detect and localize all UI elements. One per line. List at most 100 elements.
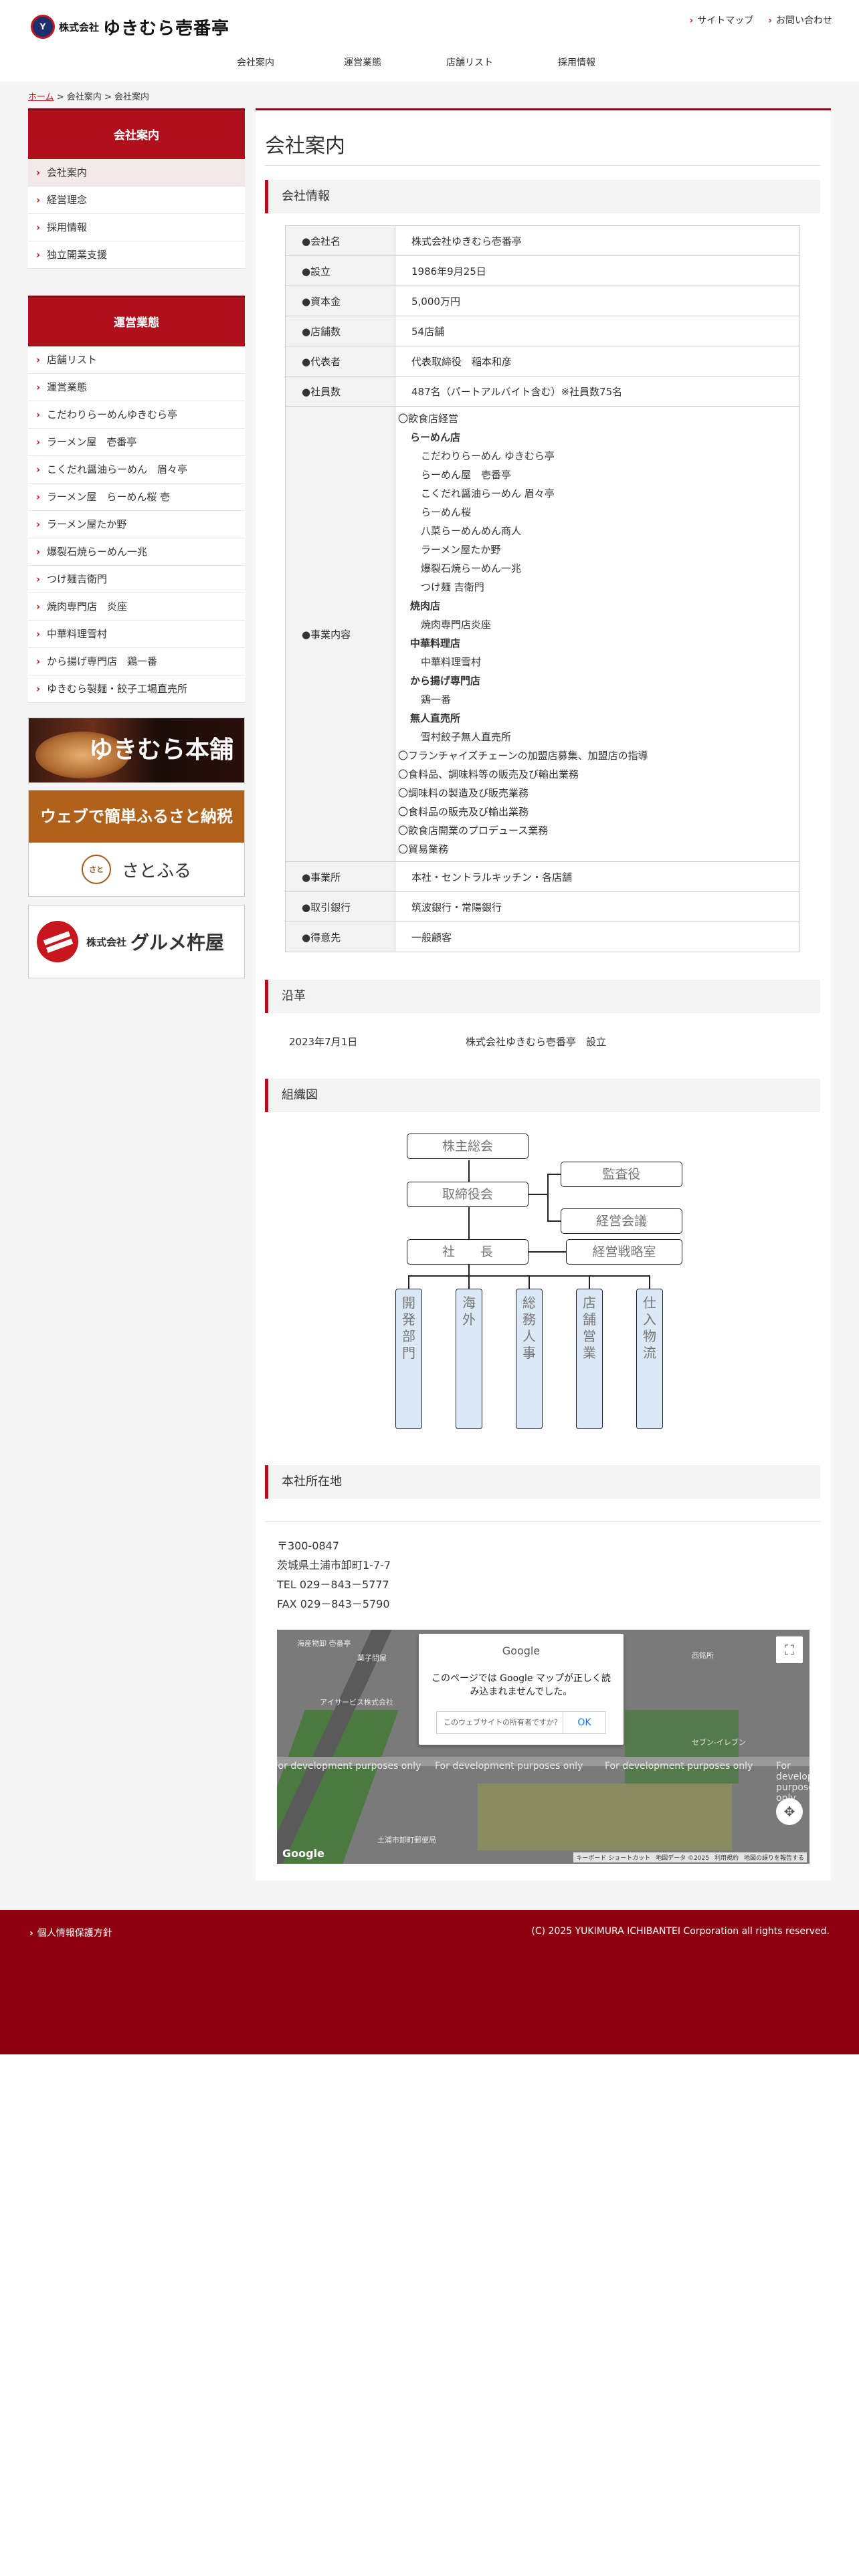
sidebar-item-business[interactable]: 中華料理雪村 <box>28 621 245 648</box>
sidebar-item-business[interactable]: 爆裂石焼らーめん一兆 <box>28 538 245 566</box>
info-label: ●代表者 <box>285 346 395 377</box>
address-street: 茨城県土浦市卸町1-7-7 <box>277 1559 391 1572</box>
address-zip: 〒300-0847 <box>277 1539 340 1552</box>
sidebar-item-business[interactable]: こだわりらーめんゆきむら亭 <box>28 401 245 429</box>
page-blank-area <box>0 2054 859 2576</box>
sidebar-list-company: 会社案内 経営理念 採用情報 独立開業支援 <box>28 159 245 269</box>
sidebar-item-business[interactable]: 店舗リスト <box>28 346 245 374</box>
map-keyboard-shortcuts[interactable]: キーボード ショートカット <box>576 1853 650 1862</box>
info-row: ●得意先 一般顧客 <box>285 922 800 952</box>
address-block: 〒300-0847 茨城県土浦市卸町1-7-7 TEL 029－843－5777… <box>277 1536 391 1614</box>
business-line: 〇フランチャイズチェーンの加盟店募集、加盟店の指導 <box>398 750 648 762</box>
sidebar-item-company[interactable]: 会社案内 <box>28 159 245 187</box>
site-logo[interactable]: Y 株式会社 ゆきむら壱番亭 <box>31 13 229 40</box>
company-info-table: ●会社名 株式会社ゆきむら壱番亭 ●設立 1986年9月25日 ●資本金 5,000万円 ●… <box>285 225 800 952</box>
map-dialog-owner-question[interactable]: このウェブサイトの所有者ですか？ <box>437 1712 563 1733</box>
satofull-logo-icon: さと <box>81 855 111 884</box>
global-nav: 会社案内 運営業態 店舗リスト 採用情報 <box>0 51 859 75</box>
sidebar-item-recruit[interactable]: 採用情報 <box>28 214 245 241</box>
sidebar-item-business[interactable]: ゆきむら製麺・餃子工場直売所 <box>28 675 245 703</box>
utility-links: サイトマップ お問い合わせ <box>689 13 832 27</box>
map-place: アイサービス株式会社 <box>320 1698 393 1707</box>
breadcrumb-sep: > <box>54 92 67 102</box>
privacy-policy-link[interactable]: 個人情報保護方針 <box>29 1926 112 1939</box>
business-line: から揚げ専門店 <box>410 675 481 687</box>
banner-honpo[interactable]: ゆきむら本舗 <box>28 718 245 783</box>
logo-name: ゆきむら壱番亭 <box>103 18 230 39</box>
info-label: ●事業所 <box>285 861 395 892</box>
info-row: ●会社名 株式会社ゆきむら壱番亭 <box>285 225 800 256</box>
info-label: ●社員数 <box>285 376 395 407</box>
gnav-company[interactable]: 会社案内 <box>202 51 309 75</box>
address-fax: FAX 029－843－5790 <box>277 1598 390 1610</box>
map-data-credit: 地図データ ©2025 <box>656 1855 709 1862</box>
info-label: ●取引銀行 <box>285 891 395 922</box>
contact-link[interactable]: お問い合わせ <box>768 13 832 27</box>
sidebar-item-philosophy[interactable]: 経営理念 <box>28 187 245 214</box>
org-dept-general-affairs: 総務人事 <box>516 1289 543 1429</box>
banner-honpo-logo: ゆきむら本舗 <box>88 736 233 764</box>
business-line: 無人直売所 <box>410 712 461 724</box>
business-line: こだわりらーめん ゆきむら亭 <box>421 450 555 462</box>
business-line: 〇食料品の販売及び輸出業務 <box>398 806 529 818</box>
map-place: 海産物卸 壱番亭 <box>297 1639 351 1648</box>
sidebar-item-independence[interactable]: 独立開業支援 <box>28 241 245 269</box>
history-date: 2023年7月1日 <box>289 1036 358 1048</box>
sidebar-item-business[interactable]: 焼肉専門店 炎座 <box>28 593 245 621</box>
business-line: つけ麺 吉衛門 <box>421 581 484 593</box>
sidebar-item-business[interactable]: こくだれ醤油らーめん 眉々亭 <box>28 456 245 484</box>
banner-gourmet-kineya[interactable]: 株式会社 グルメ杵屋 <box>28 905 245 978</box>
info-row: ●社員数 487名（パートアルバイト含む）※社員数75名 <box>285 376 800 407</box>
sidebar-item-business[interactable]: ラーメン屋たか野 <box>28 511 245 538</box>
org-board: 取締役会 <box>407 1182 529 1207</box>
kineya-logo-icon <box>37 921 78 962</box>
sidebar-item-business[interactable]: ラーメン屋 らーめん桜 壱 <box>28 484 245 511</box>
gnav-recruit[interactable]: 採用情報 <box>523 51 630 75</box>
sitemap-link[interactable]: サイトマップ <box>689 13 753 27</box>
business-line: らーめん屋 壱番亭 <box>421 469 512 481</box>
info-value: 筑波銀行・常陽銀行 <box>395 891 800 922</box>
map-place: 西銘所 <box>692 1651 714 1660</box>
sidebar-item-business[interactable]: 運営業態 <box>28 374 245 401</box>
info-row: ●取引銀行 筑波銀行・常陽銀行 <box>285 891 800 922</box>
site-footer: 個人情報保護方針 (C) 2025 YUKIMURA ICHIBANTEI Co… <box>0 1910 859 2054</box>
business-line: 八菜らーめんめん商人 <box>421 525 522 537</box>
page-title: 会社案内 <box>265 134 345 158</box>
google-map[interactable]: For development purposes only For develo… <box>277 1630 809 1864</box>
info-label: ●会社名 <box>285 225 395 256</box>
sidebar-item-business[interactable]: ラーメン屋 壱番亭 <box>28 429 245 456</box>
info-value: 株式会社ゆきむら壱番亭 <box>395 225 800 256</box>
sidebar-list-business: 店舗リスト運営業態こだわりらーめんゆきむら亭ラーメン屋 壱番亭こくだれ醤油らーめ… <box>28 346 245 703</box>
copyright: (C) 2025 YUKIMURA ICHIBANTEI Corporation… <box>531 1926 830 1937</box>
org-chart: 株主総会 取締役会 監査役 経営会議 社 長 経営戦略室 開発部門 海外 総務人… <box>256 1134 831 1448</box>
breadcrumb-sep: > <box>101 92 114 102</box>
gnav-stores[interactable]: 店舗リスト <box>416 51 523 75</box>
history-row: 2023年7月1日 株式会社ゆきむら壱番亭 設立 <box>289 1035 606 1049</box>
org-dept-store-sales: 店舗営業 <box>576 1289 603 1429</box>
info-row: ●資本金 5,000万円 <box>285 286 800 316</box>
sidebar-item-business[interactable]: から揚げ専門店 鶏一番 <box>28 648 245 675</box>
map-terms-link[interactable]: 利用規約 <box>714 1853 739 1862</box>
banner-satofull[interactable]: ウェブで簡単ふるさと納税 さと さとふる <box>28 790 245 897</box>
banner-satofull-name: さとふる <box>121 861 191 881</box>
map-dialog-message: このページでは Google マップが正しく読み込まれませんでした。 <box>432 1673 611 1697</box>
info-row: ●事業所 本社・セントラルキッチン・各店舗 <box>285 861 800 892</box>
business-line: 鶏一番 <box>421 693 452 706</box>
info-row: ●設立 1986年9月25日 <box>285 255 800 286</box>
logo-company: 株式会社 <box>59 21 100 33</box>
breadcrumb-home[interactable]: ホーム <box>28 92 54 102</box>
map-place: セブン-イレブン <box>692 1738 746 1747</box>
map-report-link[interactable]: 地図の誤りを報告する <box>744 1853 804 1862</box>
breadcrumb-level1: 会社案内 <box>66 92 102 102</box>
gnav-business[interactable]: 運営業態 <box>309 51 416 75</box>
org-strategy: 経営戦略室 <box>566 1239 682 1265</box>
map-camera-control-icon[interactable]: ✥ <box>776 1798 803 1825</box>
sidebar-item-business[interactable]: つけ麺吉衛門 <box>28 566 245 593</box>
sidebar-heading-business: 運営業態 <box>28 296 245 346</box>
map-dialog-google: Google <box>502 1644 541 1657</box>
fullscreen-icon[interactable]: ⛶ <box>776 1636 803 1663</box>
map-dev-text: For development purposes only <box>435 1761 583 1772</box>
info-value: 本社・セントラルキッチン・各店舗 <box>395 861 800 892</box>
banner-kineya-name: グルメ杵屋 <box>130 932 225 954</box>
map-dialog-ok-button[interactable]: OK <box>563 1712 605 1733</box>
